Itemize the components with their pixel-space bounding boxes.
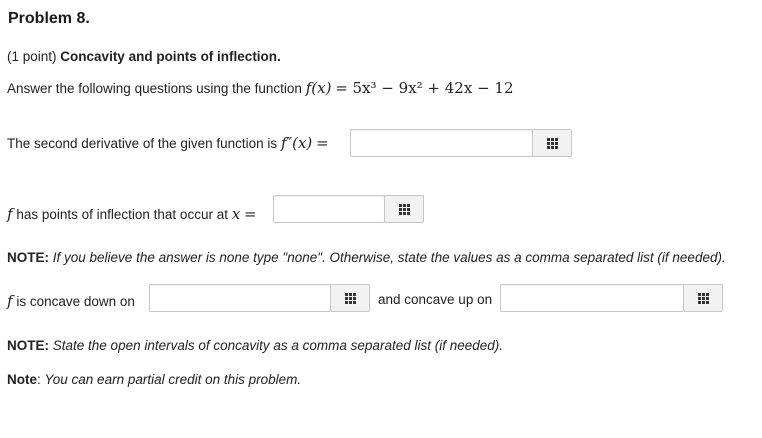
concave-down-text: is concave down on bbox=[16, 294, 135, 309]
function-lhs: f(x) bbox=[305, 79, 332, 97]
concave-down-label: f is concave down on bbox=[7, 292, 135, 310]
inflection-x: x bbox=[231, 205, 241, 223]
concave-down-equation-button[interactable] bbox=[330, 284, 370, 312]
note-text: You can earn partial credit on this prob… bbox=[44, 372, 302, 387]
note-label: Note bbox=[7, 372, 37, 387]
concave-up-input[interactable] bbox=[500, 284, 684, 312]
note-label: NOTE: bbox=[7, 338, 49, 353]
equation-editor-grid-icon bbox=[344, 292, 356, 304]
inflection-text: has points of inflection that occur at bbox=[16, 207, 228, 222]
note-partial-credit: Note: You can earn partial credit on thi… bbox=[7, 372, 302, 387]
function-rhs: = 5x³ − 9x² + 42x − 12 bbox=[335, 79, 514, 97]
equation-editor-grid-icon bbox=[697, 292, 709, 304]
second-derivative-text: The second derivative of the given funct… bbox=[7, 136, 278, 151]
concave-up-label: and concave up on bbox=[378, 292, 493, 307]
inflection-label: f has points of inflection that occur at… bbox=[7, 205, 257, 223]
equals-sign: = bbox=[243, 205, 257, 223]
intro-line: Answer the following questions using the… bbox=[7, 79, 514, 97]
note-none: NOTE: If you believe the answer is none … bbox=[7, 250, 726, 265]
intro-text: Answer the following questions using the… bbox=[7, 81, 302, 96]
equation-editor-grid-icon bbox=[398, 203, 410, 215]
inflection-equation-button[interactable] bbox=[384, 195, 424, 223]
concave-up-equation-button[interactable] bbox=[683, 284, 723, 312]
equation-editor-grid-icon bbox=[546, 137, 558, 149]
second-derivative-equation-button[interactable] bbox=[532, 129, 572, 157]
note-label: NOTE: bbox=[7, 250, 49, 265]
inflection-f: f bbox=[7, 205, 13, 223]
note-text: State the open intervals of concavity as… bbox=[52, 338, 504, 353]
problem-topic: Concavity and points of inflection. bbox=[60, 49, 281, 64]
note-intervals: NOTE: State the open intervals of concav… bbox=[7, 338, 503, 353]
equals-sign: = bbox=[316, 134, 329, 152]
problem-title: Problem 8. bbox=[8, 10, 90, 27]
points-label: (1 point) bbox=[7, 49, 57, 64]
second-derivative-math: f″(x) bbox=[280, 134, 313, 152]
concavity-f: f bbox=[7, 292, 13, 310]
problem-heading: (1 point) Concavity and points of inflec… bbox=[7, 49, 281, 64]
note-text: If you believe the answer is none type "… bbox=[52, 250, 726, 265]
second-derivative-label: The second derivative of the given funct… bbox=[7, 134, 329, 152]
inflection-input[interactable] bbox=[273, 195, 385, 223]
second-derivative-input[interactable] bbox=[350, 129, 533, 157]
concave-down-input[interactable] bbox=[149, 284, 331, 312]
